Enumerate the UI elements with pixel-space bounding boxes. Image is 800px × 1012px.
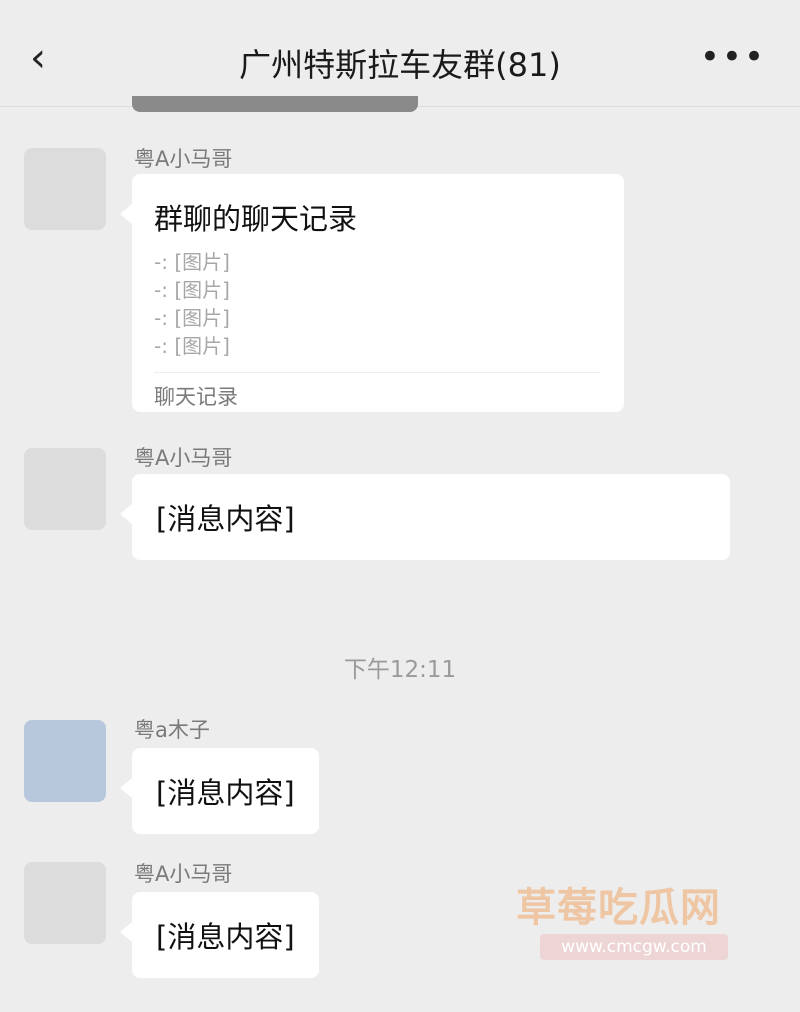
card-title: 群聊的聊天记录 bbox=[154, 202, 358, 236]
card-line: -: [图片] bbox=[154, 250, 230, 274]
sender-name: 粤A小马哥 bbox=[134, 446, 233, 470]
message-text: [消息内容] bbox=[156, 502, 295, 536]
more-dots-icon[interactable]: ••• bbox=[700, 40, 766, 74]
timestamp: 下午12:11 bbox=[343, 657, 457, 683]
message-text: [消息内容] bbox=[156, 776, 295, 810]
sender-name: 粤a木子 bbox=[134, 718, 210, 742]
chat-title: 广州特斯拉车友群(81) bbox=[239, 46, 561, 84]
card-line: -: [图片] bbox=[154, 306, 230, 330]
avatar[interactable] bbox=[24, 148, 106, 230]
chat-record-card[interactable]: 群聊的聊天记录 -: [图片] -: [图片] -: [图片] -: [图片] … bbox=[120, 174, 624, 412]
message-bubble[interactable]: [消息内容] bbox=[120, 892, 319, 978]
sender-name: 粤A小马哥 bbox=[134, 147, 233, 171]
previous-message-image-stub bbox=[132, 96, 418, 112]
message-bubble[interactable]: [消息内容] bbox=[120, 748, 319, 834]
card-line: -: [图片] bbox=[154, 334, 230, 358]
watermark-url: www.cmcgw.com bbox=[540, 934, 728, 960]
card-footer: 聊天记录 bbox=[154, 372, 600, 411]
message-text: [消息内容] bbox=[156, 920, 295, 954]
card-line: -: [图片] bbox=[154, 278, 230, 302]
avatar[interactable] bbox=[24, 862, 106, 944]
chat-header: ‹ 广州特斯拉车友群(81) ••• bbox=[0, 0, 800, 107]
message-bubble[interactable]: [消息内容] bbox=[120, 474, 730, 560]
avatar[interactable] bbox=[24, 448, 106, 530]
card-lines: -: [图片] -: [图片] -: [图片] -: [图片] bbox=[154, 248, 600, 360]
sender-name: 粤A小马哥 bbox=[134, 862, 233, 886]
watermark-text: 草莓吃瓜网 bbox=[516, 885, 721, 931]
avatar[interactable] bbox=[24, 720, 106, 802]
